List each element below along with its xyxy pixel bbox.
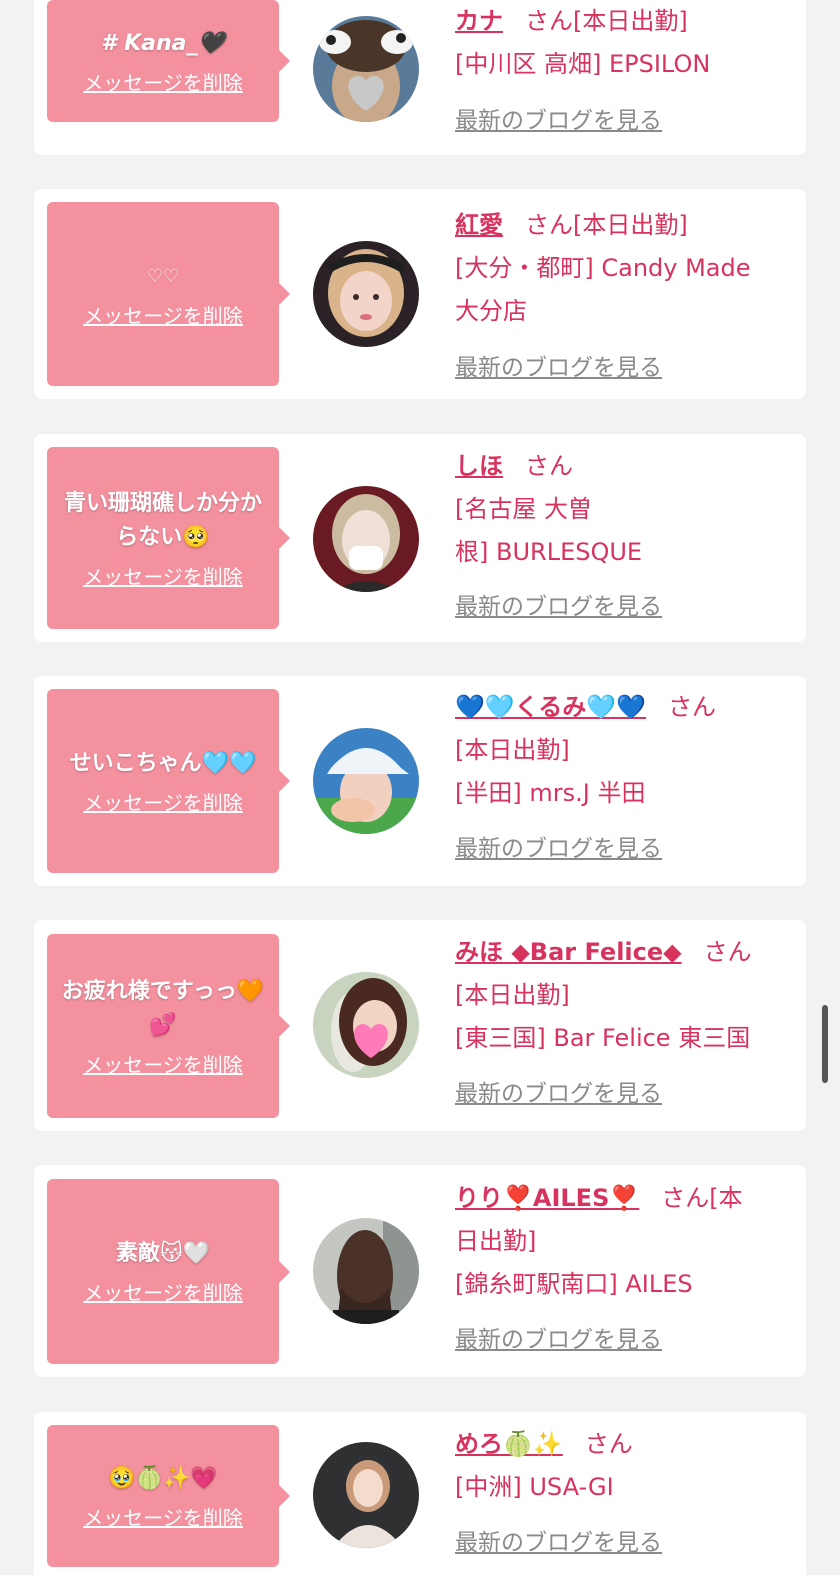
cast-info: カナ さん[本日出勤] [中川区 高畑] EPSILON 最新のブログを見る [455,0,790,143]
cast-name-line: カナ さん[本日出勤] [455,0,790,43]
list-item: せいこちゃん🩵🩵 メッセージを削除 💙🩵くるみ🩵💙 さん [本日出勤] [半田] … [34,676,806,886]
avatar-photo-blonde [313,241,419,347]
shop-info: [名古屋 大曽 [455,495,592,523]
cast-name-line: 紅愛 さん[本日出勤] [455,204,790,247]
honorific-label: さん [703,938,752,966]
list-item: 青い珊瑚礁しか分からない🥺 メッセージを削除 しほ さん [名古屋 大曽 根] B… [34,434,806,642]
avatar-photo-hair [313,1218,419,1324]
cast-name-link[interactable]: みほ ◆Bar Felice◆ [455,938,682,966]
shop-info: [本日出勤] [455,981,570,1009]
latest-blog-link[interactable]: 最新のブログを見る [455,1073,662,1116]
scrollbar-thumb[interactable] [822,1005,828,1083]
latest-blog-link[interactable]: 最新のブログを見る [455,1319,662,1362]
avatar-photo-heart [313,972,419,1078]
latest-blog-link[interactable]: 最新のブログを見る [455,586,662,629]
delete-message-link[interactable]: メッセージを削除 [83,300,243,329]
honorific-label: さん [525,7,573,35]
status-text: [本日出勤] [573,7,688,35]
list-item: 🥹🍈✨💗 メッセージを削除 めろ🍈✨ さん [中洲] USA-GI 最新のブログを… [34,1412,806,1575]
cast-name-line: みほ ◆Bar Felice◆ さん [455,931,790,974]
avatar[interactable] [313,972,419,1078]
cast-name-line: めろ🍈✨ さん [455,1423,790,1466]
avatar[interactable] [313,16,419,122]
latest-blog-link[interactable]: 最新のブログを見る [455,100,662,143]
avatar-photo-cap [313,728,419,834]
message-text: 素敵😽🤍 [115,1241,211,1266]
honorific-label: さん [584,1430,633,1458]
cast-name-link[interactable]: 紅愛 [455,211,503,239]
shop-info: [大分・都町] Candy Made [455,254,751,282]
cast-name-link[interactable]: めろ🍈✨ [455,1430,563,1458]
shop-info: [半田] mrs.J 半田 [455,779,646,807]
avatar-photo-mask [313,486,419,592]
avatar[interactable] [313,486,419,592]
message-bubble: 🥹🍈✨💗 メッセージを削除 [47,1425,290,1567]
list-item: 素敵😽🤍 メッセージを削除 りり❣️AILES❣️ さん[本 日出勤] [錦糸町駅… [34,1165,806,1377]
cast-name-line: りり❣️AILES❣️ さん[本 [455,1177,790,1220]
shop-info: 根] BURLESQUE [455,538,643,566]
message-text: ♡♡ [146,265,180,287]
avatar[interactable] [313,241,419,347]
message-bubble: お疲れ様ですっっ🧡💕 メッセージを削除 [47,934,290,1118]
cast-info: 紅愛 さん[本日出勤] [大分・都町] Candy Made 大分店 最新のブログ… [455,204,790,390]
shop-info: [中川区 高畑] EPSILON [455,50,711,78]
cast-name-link[interactable]: しほ [455,452,503,480]
cast-info: 💙🩵くるみ🩵💙 さん [本日出勤] [半田] mrs.J 半田 最新のブログを見る [455,686,790,871]
avatar-photo-dark [313,1442,419,1548]
delete-message-link[interactable]: メッセージを削除 [83,561,243,590]
honorific-label: さん [525,452,573,480]
shop-info: 大分店 [455,297,527,325]
shop-info: [東三国] Bar Felice 東三国 [455,1024,751,1052]
cast-info: めろ🍈✨ さん [中洲] USA-GI 最新のブログを見る [455,1423,790,1565]
delete-message-link[interactable]: メッセージを削除 [83,1049,243,1078]
cast-info: りり❣️AILES❣️ さん[本 日出勤] [錦糸町駅南口] AILES 最新のブ… [455,1177,790,1362]
shop-info: [錦糸町駅南口] AILES [455,1270,693,1298]
message-text: 🥹🍈✨💗 [108,1465,218,1491]
list-item: お疲れ様ですっっ🧡💕 メッセージを削除 みほ ◆Bar Felice◆ さん [本… [34,920,806,1131]
list-item: # Kana_🖤 メッセージを削除 カナ さん[本日出勤] [中川区 高畑] EP… [34,0,806,155]
latest-blog-link[interactable]: 最新のブログを見る [455,1522,662,1565]
delete-message-link[interactable]: メッセージを削除 [83,787,243,816]
latest-blog-link[interactable]: 最新のブログを見る [455,828,662,871]
message-bubble: 青い珊瑚礁しか分からない🥺 メッセージを削除 [47,447,290,629]
message-text: せいこちゃん🩵🩵 [69,750,257,776]
message-text: お疲れ様ですっっ🧡💕 [61,978,265,1038]
avatar-photo-cow-ears [313,16,419,122]
cast-name-link[interactable]: りり❣️AILES❣️ [455,1184,639,1212]
honorific-label: さん [661,1184,710,1212]
honorific-label: さん [525,211,573,239]
message-bubble: せいこちゃん🩵🩵 メッセージを削除 [47,689,290,873]
cast-name-link[interactable]: カナ [455,7,503,35]
shop-info: [本日出勤] [455,736,570,764]
avatar[interactable] [313,1442,419,1548]
message-bubble: # Kana_🖤 メッセージを削除 [47,0,290,122]
status-text: [本 [709,1184,743,1212]
shop-info: 日出勤] [455,1227,537,1255]
delete-message-link[interactable]: メッセージを削除 [83,67,243,96]
delete-message-link[interactable]: メッセージを削除 [83,1277,243,1306]
status-text: [本日出勤] [573,211,688,239]
shop-info: [中洲] USA-GI [455,1473,614,1501]
message-text: 青い珊瑚礁しか分からない🥺 [63,490,262,550]
cast-info: みほ ◆Bar Felice◆ さん [本日出勤] [東三国] Bar Felic… [455,931,790,1116]
list-item: ♡♡ メッセージを削除 紅愛 さん[本日出勤] [大分・都町] Candy Mad… [34,189,806,399]
latest-blog-link[interactable]: 最新のブログを見る [455,347,662,390]
cast-info: しほ さん [名古屋 大曽 根] BURLESQUE 最新のブログを見る [455,445,790,629]
cast-name-link[interactable]: 💙🩵くるみ🩵💙 [455,693,646,721]
message-text: # Kana_🖤 [101,30,225,56]
cast-name-line: しほ さん [455,445,790,488]
honorific-label: さん [668,693,717,721]
message-bubble: ♡♡ メッセージを削除 [47,202,290,386]
delete-message-link[interactable]: メッセージを削除 [83,1502,243,1531]
cast-name-line: 💙🩵くるみ🩵💙 さん [455,686,790,729]
message-bubble: 素敵😽🤍 メッセージを削除 [47,1179,290,1364]
avatar[interactable] [313,1218,419,1324]
avatar[interactable] [313,728,419,834]
